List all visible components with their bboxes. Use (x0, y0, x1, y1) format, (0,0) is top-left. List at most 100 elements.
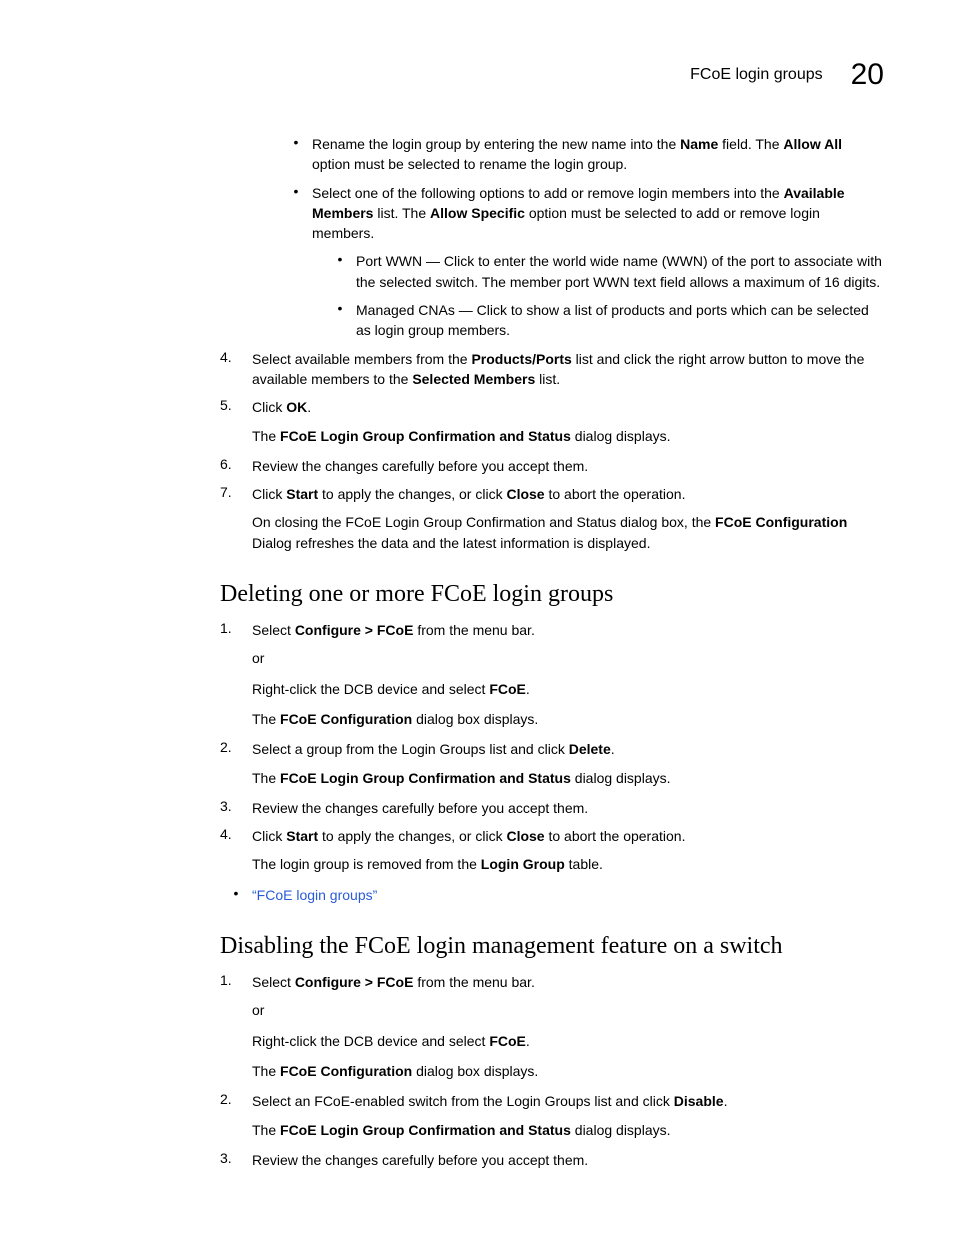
step-number: 1. (220, 620, 252, 640)
page-header: FCoE login groups 20 (690, 58, 884, 92)
text: On closing the FCoE Login Group Confirma… (252, 514, 715, 530)
sec1-step-1-alt: Right-click the DCB device and select FC… (252, 679, 884, 699)
text: list. The (373, 205, 430, 221)
dialog-name: FCoE Login Group Confirmation and Status (280, 428, 571, 444)
sec2-step-1-alt: Right-click the DCB device and select FC… (252, 1031, 884, 1051)
bullet-marker: • (220, 885, 252, 905)
button-ok: OK (286, 399, 307, 415)
text: Dialog refreshes the data and the latest… (252, 535, 650, 551)
text: to abort the operation. (545, 486, 686, 502)
text: option must be selected to rename the lo… (312, 156, 627, 172)
text: Select one of the following options to a… (312, 185, 784, 201)
text: to apply the changes, or click (318, 828, 506, 844)
step-number: 6. (220, 456, 252, 476)
menu-path: Configure > FCoE (295, 622, 414, 638)
sec2-step-1: 1. Select Configure > FCoE from the menu… (220, 972, 884, 992)
text: Review the changes carefully before you … (252, 456, 884, 476)
text: . (307, 399, 311, 415)
text: Click (252, 828, 286, 844)
sec1-step-4: 4. Click Start to apply the changes, or … (220, 826, 884, 846)
text: table. (565, 856, 603, 872)
dialog-name: FCoE Login Group Confirmation and Status (280, 770, 571, 786)
text: Select an FCoE-enabled switch from the L… (252, 1093, 674, 1109)
bullet-marker: • (324, 251, 356, 292)
step-7: 7. Click Start to apply the changes, or … (220, 484, 884, 504)
step-number: 5. (220, 397, 252, 417)
sec1-step-1: 1. Select Configure > FCoE from the menu… (220, 620, 884, 640)
text: . (724, 1093, 728, 1109)
sec2-step-2: 2. Select an FCoE-enabled switch from th… (220, 1091, 884, 1111)
header-title: FCoE login groups (690, 66, 823, 84)
text: Port WWN — Click to enter the world wide… (356, 251, 884, 292)
button-close: Close (506, 828, 544, 844)
text: . (611, 741, 615, 757)
text: Right-click the DCB device and select (252, 681, 489, 697)
bullet-marker: • (280, 134, 312, 175)
text: list. (535, 371, 560, 387)
text: The (252, 1063, 280, 1079)
menu-path: Configure > FCoE (295, 974, 414, 990)
text: Review the changes carefully before you … (252, 798, 884, 818)
text: The (252, 428, 280, 444)
sec1-step-2: 2. Select a group from the Login Groups … (220, 739, 884, 759)
step-number: 7. (220, 484, 252, 504)
menu-fcoe: FCoE (489, 1033, 526, 1049)
button-close: Close (506, 486, 544, 502)
step-number: 1. (220, 972, 252, 992)
step-5-note: The FCoE Login Group Confirmation and St… (252, 426, 884, 446)
option-allow-all: Allow All (783, 136, 842, 152)
link-fcoe-login-groups[interactable]: “FCoE login groups” (252, 887, 377, 903)
heading-disabling: Disabling the FCoE login management feat… (220, 933, 884, 960)
step-5: 5. Click OK. (220, 397, 884, 417)
button-start: Start (286, 828, 318, 844)
text: Click (252, 486, 286, 502)
menu-fcoe: FCoE (489, 681, 526, 697)
page: FCoE login groups 20 • Rename the login … (0, 0, 954, 1235)
text: from the menu bar. (413, 622, 534, 638)
sec2-step-3: 3. Review the changes carefully before y… (220, 1150, 884, 1170)
text: Select (252, 974, 295, 990)
bullet-members: • Select one of the following options to… (280, 183, 884, 244)
text: The (252, 770, 280, 786)
table-name: Login Group (481, 856, 565, 872)
text: The (252, 1122, 280, 1138)
step-number: 2. (220, 739, 252, 759)
text: dialog displays. (571, 1122, 671, 1138)
text: Click (252, 399, 286, 415)
text: dialog box displays. (412, 1063, 538, 1079)
sec1-step-1-dlg: The FCoE Configuration dialog box displa… (252, 709, 884, 729)
sec1-step-4-note: The login group is removed from the Logi… (252, 854, 884, 874)
text: to apply the changes, or click (318, 486, 506, 502)
field-name: Name (680, 136, 718, 152)
list-products-ports: Products/Ports (471, 351, 571, 367)
text: . (526, 681, 530, 697)
dialog-name: FCoE Configuration (280, 1063, 412, 1079)
text: Right-click the DCB device and select (252, 1033, 489, 1049)
text: from the menu bar. (413, 974, 534, 990)
sec1-step-2-note: The FCoE Login Group Confirmation and St… (252, 768, 884, 788)
list-selected-members: Selected Members (412, 371, 535, 387)
text: dialog box displays. (412, 711, 538, 727)
chapter-number: 20 (851, 58, 884, 92)
step-number: 4. (220, 826, 252, 846)
page-body: • Rename the login group by entering the… (220, 130, 884, 1178)
step-number: 3. (220, 798, 252, 818)
bullet-marker: • (280, 183, 312, 244)
sec2-step-1-dlg: The FCoE Configuration dialog box displa… (252, 1061, 884, 1081)
step-7-note: On closing the FCoE Login Group Confirma… (252, 512, 884, 553)
button-disable: Disable (674, 1093, 724, 1109)
step-number: 2. (220, 1091, 252, 1111)
dialog-name: FCoE Configuration (280, 711, 412, 727)
button-delete: Delete (569, 741, 611, 757)
text: The login group is removed from the (252, 856, 481, 872)
button-start: Start (286, 486, 318, 502)
text: Select (252, 622, 295, 638)
text: dialog displays. (571, 428, 671, 444)
text: Rename the login group by entering the n… (312, 136, 680, 152)
sec2-step-1-or: or (252, 1000, 884, 1020)
text: . (526, 1033, 530, 1049)
step-number: 3. (220, 1150, 252, 1170)
text: to abort the operation. (545, 828, 686, 844)
sec2-step-2-note: The FCoE Login Group Confirmation and St… (252, 1120, 884, 1140)
text: Review the changes carefully before you … (252, 1150, 884, 1170)
